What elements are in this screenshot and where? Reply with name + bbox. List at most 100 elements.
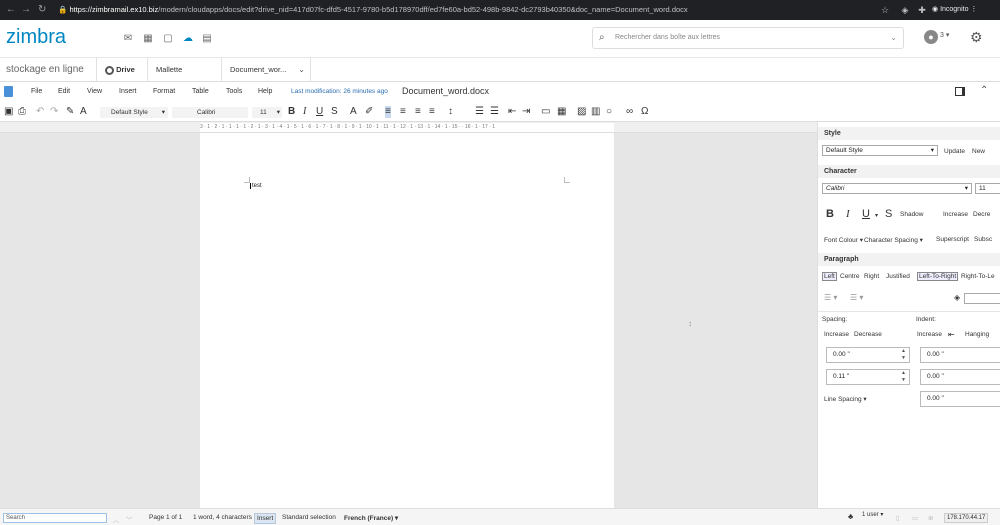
print-icon[interactable]: ⎙ [18,106,26,118]
outdent-icon[interactable]: ⇤ [508,106,516,118]
bold-icon[interactable]: B [288,106,295,118]
zoom-in-icon[interactable]: ⊕ [928,514,933,522]
chevron-up-icon[interactable]: ⌃ [980,85,988,96]
font-name-select[interactable]: Calibri [172,107,248,118]
bullet-list-icon[interactable]: ☰ [475,106,484,118]
align-left-icon[interactable]: ≡ [385,106,391,118]
user-count[interactable]: 1 user ▾ [862,511,883,518]
after-text-indent[interactable]: 0.00 " [920,369,1000,385]
zimbra-logo[interactable]: zimbra [6,26,66,49]
mail-icon[interactable]: ✉ [122,33,134,44]
menu-edit[interactable]: Edit [58,88,70,95]
document-canvas[interactable]: test ↕ [0,133,817,508]
document-page[interactable]: test [200,133,614,508]
users-icon[interactable]: ♣ [848,512,853,521]
spacing-increase-button[interactable]: Increase [824,331,849,338]
document-icon[interactable] [4,86,13,97]
bullet-list-icon[interactable]: ☰ ▾ [824,293,837,302]
paragraph-style-select[interactable]: Default Style ▾ [100,107,168,118]
strikethrough-icon[interactable]: S [331,106,338,118]
menu-tools[interactable]: Tools [226,88,242,95]
size-select[interactable]: 11 [975,183,1000,194]
shape-icon[interactable]: ○ [606,106,612,118]
align-left-button[interactable]: Left [822,272,837,281]
tab-document[interactable]: Document_wor... ⌄ [221,58,311,82]
numbered-list-icon[interactable]: ☰ [490,106,499,118]
search-next-icon[interactable]: ﹀ [126,514,133,524]
page-count[interactable]: Page 1 of 1 [149,514,182,521]
search-prev-icon[interactable]: ︿ [113,514,120,524]
gear-icon[interactable]: ⚙ [970,29,983,46]
before-text-indent[interactable]: 0.00 " [920,347,1000,363]
highlight-icon[interactable]: ✐ [365,106,373,118]
underline-icon[interactable]: U [316,106,323,118]
star-icon[interactable]: ☆ [878,3,892,17]
new-style-button[interactable]: New [972,148,985,155]
avatar-count[interactable]: 3 ▾ [940,31,949,39]
font-select[interactable]: Calibri ▾ [822,183,972,194]
menu-file[interactable]: File [31,88,42,95]
update-style-button[interactable]: Update [944,148,965,155]
clone-formatting-icon[interactable]: ✎ [66,106,74,118]
cloud-icon[interactable]: ☁ [182,33,194,44]
justify-icon[interactable]: ≡ [429,106,435,118]
above-paragraph-spacing[interactable]: 0.00 " ▲ ▼ [826,347,910,363]
word-count[interactable]: 1 word, 4 characters [193,514,252,521]
left-to-right-button[interactable]: Left-To-Right [917,272,959,281]
last-modification[interactable]: Last modification: 26 minutes ago [291,88,388,95]
sidebar-toggle-icon[interactable] [955,87,965,96]
insert-mode[interactable]: Insert [254,513,277,524]
forward-icon[interactable]: → [21,4,31,15]
font-colour-button[interactable]: Font Colour ▾ [824,236,863,244]
calendar-icon[interactable]: ▦ [142,33,154,44]
chevron-down-icon[interactable]: ⌄ [298,58,305,82]
reload-icon[interactable]: ↻ [38,4,46,15]
bold-icon[interactable]: B [826,208,834,220]
decrease-font-button[interactable]: Decre [973,211,990,218]
spinner-arrows-icon[interactable]: ▲ ▼ [901,370,906,384]
character-spacing-button[interactable]: Character Spacing ▾ [864,236,923,244]
first-line-indent[interactable]: 0.00 " [920,391,1000,407]
special-character-icon[interactable]: Ω [641,106,648,118]
indent-increase-button[interactable]: Increase [917,331,942,338]
search-field[interactable]: Search [3,513,107,523]
menu-view[interactable]: View [87,88,102,95]
strikethrough-icon[interactable]: S [885,208,892,220]
spacing-decrease-button[interactable]: Decrease [854,331,882,338]
align-justified-button[interactable]: Justified [886,273,910,280]
document-text[interactable]: test [250,183,262,189]
align-center-icon[interactable]: ≡ [400,106,406,118]
document-name[interactable]: Document_word.docx [402,86,489,96]
tab-mallette[interactable]: Mallette [147,58,221,82]
subscript-button[interactable]: Subsc [974,236,992,243]
increase-font-button[interactable]: Increase [943,211,968,218]
paragraph-background-icon[interactable]: ◈ [954,293,960,302]
chart-icon[interactable]: ▥ [591,106,600,118]
below-paragraph-spacing[interactable]: 0.11 " ▲ ▼ [826,369,910,385]
line-spacing-icon[interactable]: ↕ [448,106,453,118]
link-icon[interactable]: ∞ [626,106,633,118]
chat-icon[interactable]: ▢ [162,33,174,44]
indent-decrease-icon[interactable]: ⇤ [948,330,955,339]
italic-icon[interactable]: I [846,208,850,220]
line-spacing-button[interactable]: Line Spacing ▾ [824,395,867,403]
contacts-icon[interactable]: ▤ [201,33,213,44]
chevron-down-icon[interactable]: ⌄ [890,33,897,42]
menu-table[interactable]: Table [192,88,209,95]
zoom-out-icon[interactable]: ▭ [912,514,918,522]
align-right-icon[interactable]: ≡ [415,106,421,118]
ruler[interactable]: 3 · 1 · 2 · 1 · 1 · 1 · 1 · 2 · 1 · 3 · … [0,122,817,133]
incognito-badge[interactable]: ◉ Incognito ⋮ [932,3,977,17]
chevron-down-icon[interactable]: ▾ [875,212,878,219]
italic-icon[interactable]: I [303,106,306,118]
clear-formatting-icon[interactable]: A [80,106,87,118]
font-size-select[interactable]: 11 ▾ [252,107,282,118]
font-color-icon[interactable]: A [350,106,357,118]
comment-icon[interactable]: ▭ [541,106,550,118]
menu-format[interactable]: Format [153,88,175,95]
redo-icon[interactable]: ↷ [50,106,58,118]
hanging-indent-button[interactable]: Hanging [965,331,989,338]
menu-help[interactable]: Help [258,88,272,95]
back-icon[interactable]: ← [6,4,16,15]
save-icon[interactable]: ▣ [4,106,13,118]
